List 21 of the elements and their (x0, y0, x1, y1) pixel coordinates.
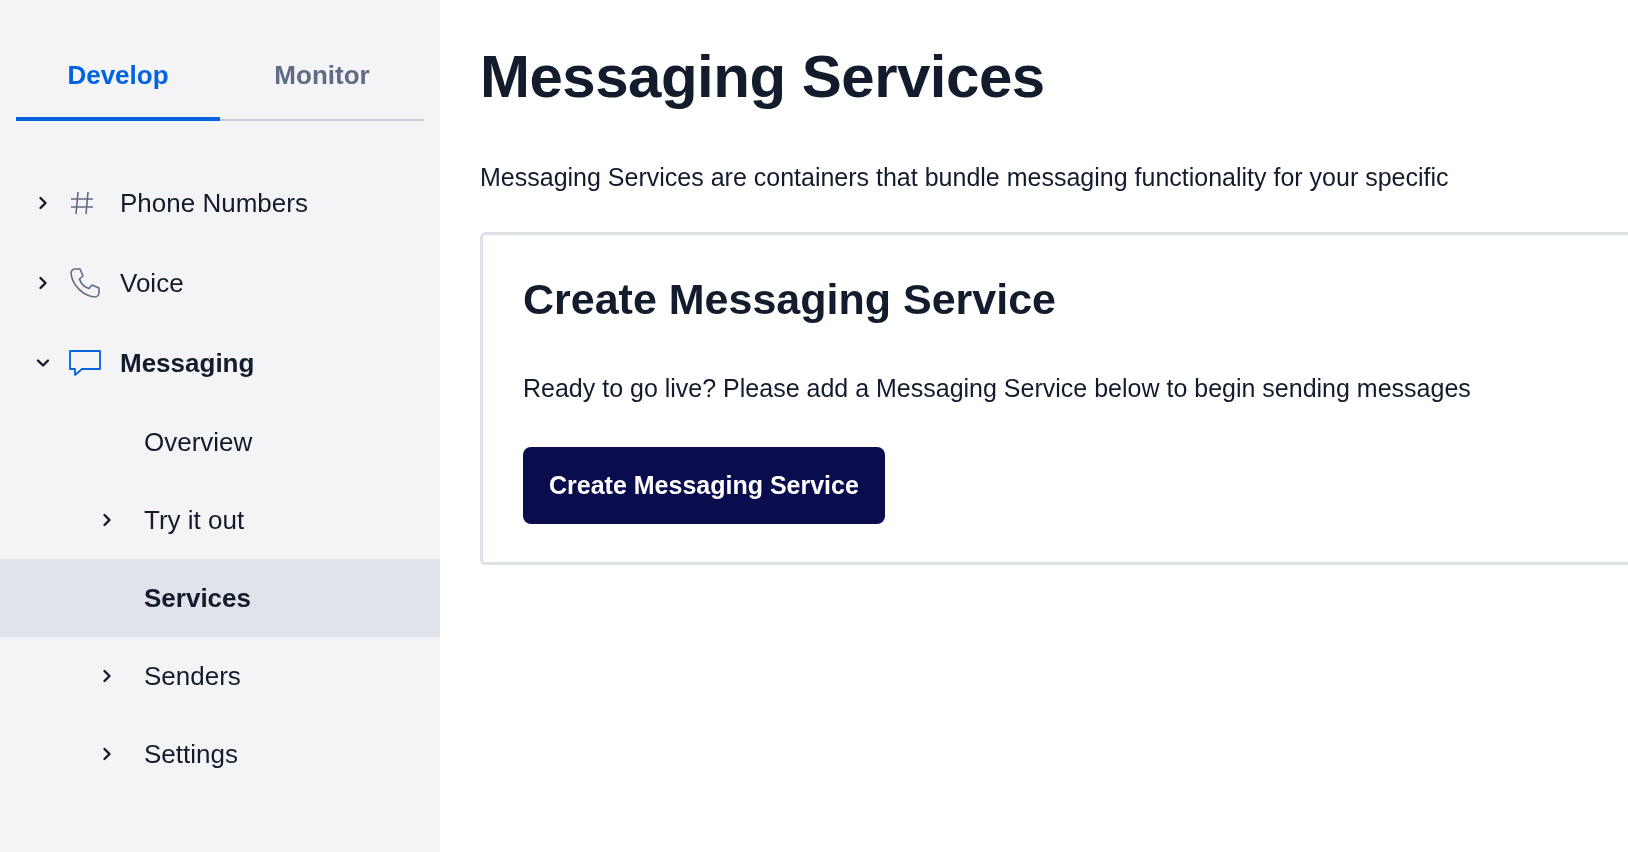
chevron-right-icon (100, 669, 114, 683)
sidebar-subitem[interactable]: Try it out (0, 481, 440, 559)
chevron-right-icon (100, 747, 114, 761)
sidebar-item[interactable]: Phone Numbers (0, 163, 440, 243)
sidebar-subitem[interactable]: Settings (0, 715, 440, 793)
chat-bubble-icon (68, 348, 102, 378)
tab[interactable]: Develop (16, 42, 220, 121)
sidebar-subitem[interactable]: Senders (0, 637, 440, 715)
hash-icon (68, 189, 96, 217)
phone-icon (68, 266, 102, 300)
chevron-right-icon (100, 513, 114, 527)
description: Messaging Services are containers that bundle messaging functionality for your specific (480, 163, 1450, 192)
sidebar-item[interactable]: Voice (0, 243, 440, 323)
sidebar-item[interactable]: Messaging (0, 323, 440, 403)
card-text: Ready to go live? Please add a Messaging Service below to begin sending messages (523, 374, 1472, 403)
card-title: Create Messaging Service (523, 275, 1057, 324)
sidebar-subitem[interactable]: Overview (0, 403, 440, 481)
create-button[interactable]: Create Messaging Service (523, 447, 885, 524)
page-title: Messaging Services (480, 42, 1046, 111)
tab[interactable]: Monitor (220, 42, 424, 121)
sidebar-subitem[interactable]: Services (0, 559, 440, 637)
